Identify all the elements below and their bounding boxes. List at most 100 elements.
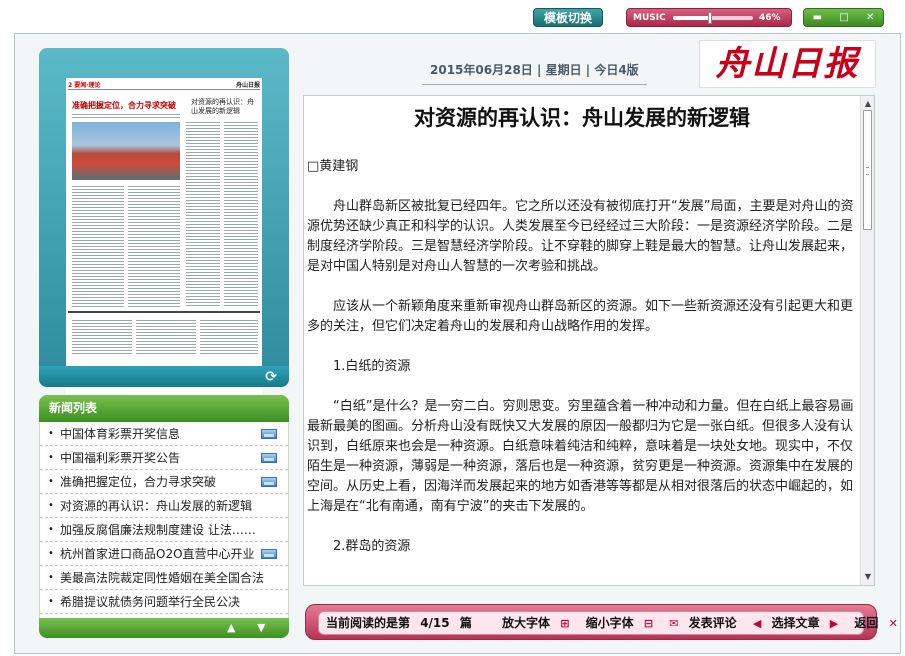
bullet-icon: •	[48, 548, 54, 559]
issue-weekday: 星期日	[545, 63, 582, 77]
page-preview-panel: 2 要闻·理论 舟山日报 准确把握定位，合力寻求突破 对资源的再认识：舟山发展的…	[39, 48, 289, 406]
page-thumbnail[interactable]: 2 要闻·理论 舟山日报 准确把握定位，合力寻求突破 对资源的再认识：舟山发展的…	[66, 78, 262, 406]
music-volume-value: 46%	[759, 13, 781, 23]
news-list-item[interactable]: • 杭州首家进口商品O2O直营中心开业	[40, 542, 288, 566]
issue-edition: 今日4版	[594, 63, 639, 77]
arrow-right-icon: ▶	[829, 617, 839, 630]
back-button[interactable]: 返回 ✕	[854, 616, 903, 630]
template-switch-button[interactable]: 模板切换	[533, 8, 603, 27]
news-item-title[interactable]: 杭州首家进口商品O2O直营中心开业	[60, 542, 255, 565]
thumbnail-subtitle	[72, 112, 180, 120]
select-article-button[interactable]: ◀ 选择文章 ▶	[753, 616, 844, 630]
news-list-item[interactable]: • 准确把握定位，合力寻求突破	[40, 470, 288, 494]
scroll-up-icon[interactable]: ▲	[227, 621, 235, 634]
article-scrollbar[interactable]: ▲ ▼	[860, 96, 874, 585]
news-list-item[interactable]: • 加强反腐倡廉法规制度建设 让法……	[40, 518, 288, 542]
article-panel: 对资源的再认识：舟山发展的新逻辑 □黄建钢 舟山群岛新区被批复已经四年。它之所以…	[303, 95, 875, 586]
article-section-heading: 2.群岛的资源	[333, 539, 411, 554]
thumbnail-text-column	[136, 318, 196, 354]
minus-box-icon: ⊟	[643, 617, 654, 630]
music-control: MUSIC 46%	[626, 8, 792, 27]
shrink-font-label: 缩小字体	[585, 616, 634, 630]
thumbnail-paper-name: 舟山日报	[235, 82, 260, 89]
article-author: □黄建钢	[307, 159, 359, 174]
news-item-title[interactable]: 希腊提议就债务问题举行全民公决	[60, 590, 240, 613]
minimize-icon[interactable]: ▬	[813, 12, 822, 23]
news-item-title[interactable]: 美最高法院裁定同性婚姻在美全国合法	[60, 566, 264, 589]
article-body: □黄建钢 舟山群岛新区被批复已经四年。它之所以还没有被彻底打开“发展”局面，主要…	[307, 157, 856, 585]
scrollbar-thumb[interactable]	[863, 110, 872, 230]
news-item-title[interactable]: 准确把握定位，合力寻求突破	[60, 470, 216, 493]
news-list-item[interactable]: • 中国体育彩票开奖信息	[40, 422, 288, 446]
article-paragraph: 应该从一个新颖角度来重新审视舟山群岛新区的资源。如下一些新资源还没有引起更大和更…	[307, 299, 854, 334]
bullet-icon: •	[48, 500, 54, 511]
news-item-title[interactable]: 加强反腐倡廉法规制度建设 让法……	[60, 518, 256, 541]
preview-footer: ⟳	[39, 366, 289, 387]
thumbnail-headline: 准确把握定位，合力寻求突破	[72, 101, 176, 110]
picture-icon	[261, 477, 277, 487]
article-section-heading: 1.白纸的资源	[333, 359, 411, 374]
window-controls: ▬ □ ✕	[803, 8, 884, 27]
news-list-item[interactable]: • 中国福利彩票开奖公告	[40, 446, 288, 470]
news-item-title[interactable]: 中国体育彩票开奖信息	[60, 422, 180, 445]
reading-toolbar: 当前阅读的是第 4/15 篇 放大字体 ⊞ 缩小字体 ⊟ ✉ 发表评论 ◀ 选择…	[305, 604, 898, 640]
enlarge-font-label: 放大字体	[502, 616, 551, 630]
thumbnail-section: 2 要闻·理论	[68, 82, 101, 89]
bullet-icon: •	[48, 476, 54, 487]
music-volume-slider[interactable]	[673, 12, 753, 24]
news-item-title[interactable]: 对资源的再认识：舟山发展的新逻辑	[60, 494, 252, 517]
scroll-up-arrow-icon[interactable]: ▲	[862, 98, 874, 110]
bullet-icon: •	[48, 524, 54, 535]
enlarge-font-button[interactable]: 放大字体 ⊞	[502, 616, 575, 630]
toolbar-inner: 当前阅读的是第 4/15 篇 放大字体 ⊞ 缩小字体 ⊟ ✉ 发表评论 ◀ 选择…	[318, 611, 898, 635]
music-volume-fill	[673, 16, 710, 20]
picture-icon	[261, 429, 277, 439]
maximize-icon[interactable]: □	[839, 12, 848, 23]
reading-prefix: 当前阅读的是第	[326, 616, 411, 630]
article-title: 对资源的再认识：舟山发展的新逻辑	[414, 106, 750, 130]
thumbnail-divider	[68, 311, 260, 313]
picture-icon	[261, 453, 277, 463]
close-icon[interactable]: ✕	[866, 12, 874, 23]
scroll-down-icon[interactable]: ▼	[257, 621, 265, 634]
thumbnail-side-headline: 对资源的再认识：舟山发展的新逻辑	[191, 98, 254, 115]
news-list-item[interactable]: • 美最高法院裁定同性婚姻在美全国合法	[40, 566, 288, 590]
back-label: 返回	[854, 616, 879, 630]
reading-page: 4/15	[420, 616, 450, 630]
bullet-icon: •	[48, 452, 54, 463]
select-article-label: 选择文章	[771, 616, 820, 630]
news-list-item[interactable]: • 对资源的再认识：舟山发展的新逻辑	[40, 494, 288, 518]
article-paragraph: 舟山群岛新区被批复已经四年。它之所以还没有被彻底打开“发展”局面，主要是对舟山的…	[307, 199, 854, 274]
grip-icon	[866, 167, 869, 175]
thumbnail-text-column	[72, 184, 124, 308]
close-x-icon: ✕	[888, 617, 898, 630]
thumbnail-photo	[72, 122, 180, 180]
plus-box-icon: ⊞	[560, 617, 570, 630]
issue-info: 2015年06月28日 | 星期日 | 今日4版	[422, 57, 647, 85]
arrow-left-icon: ◀	[752, 617, 762, 630]
news-list-footer: ▲ ▼	[39, 618, 289, 638]
news-list: • 中国体育彩票开奖信息 • 中国福利彩票开奖公告 • 准确把握定位，合力寻求突破 •…	[39, 422, 289, 618]
picture-icon	[261, 549, 277, 559]
mail-icon: ✉	[669, 617, 679, 630]
scroll-down-arrow-icon[interactable]: ▼	[862, 571, 874, 583]
separator: |	[537, 63, 546, 77]
comment-label: 发表评论	[688, 616, 737, 630]
comment-button[interactable]: ✉ 发表评论	[669, 616, 742, 630]
news-item-title[interactable]: 中国福利彩票开奖公告	[60, 446, 180, 469]
article-paragraph: “白纸”是什么？是一穷二白。穷则思变。穷里蕴含着一种冲动和力量。但在白纸上最容易…	[307, 399, 854, 514]
shrink-font-button[interactable]: 缩小字体 ⊟	[586, 616, 659, 630]
newspaper-logo: 舟山日报	[699, 40, 876, 88]
music-label: MUSIC	[633, 13, 666, 23]
thumbnail-header: 2 要闻·理论 舟山日报	[68, 80, 260, 90]
bullet-icon: •	[48, 428, 54, 439]
thumbnail-text-column	[200, 318, 258, 354]
thumbnail-text-column	[128, 184, 180, 308]
refresh-icon[interactable]: ⟳	[265, 369, 277, 385]
music-volume-knob[interactable]	[707, 12, 712, 24]
thumbnail-text-column	[186, 120, 220, 308]
reading-suffix: 篇	[459, 616, 472, 630]
news-list-item[interactable]: • 希腊提议就债务问题举行全民公决	[40, 590, 288, 614]
bullet-icon: •	[48, 596, 54, 607]
news-list-heading: 新闻列表	[39, 395, 289, 422]
